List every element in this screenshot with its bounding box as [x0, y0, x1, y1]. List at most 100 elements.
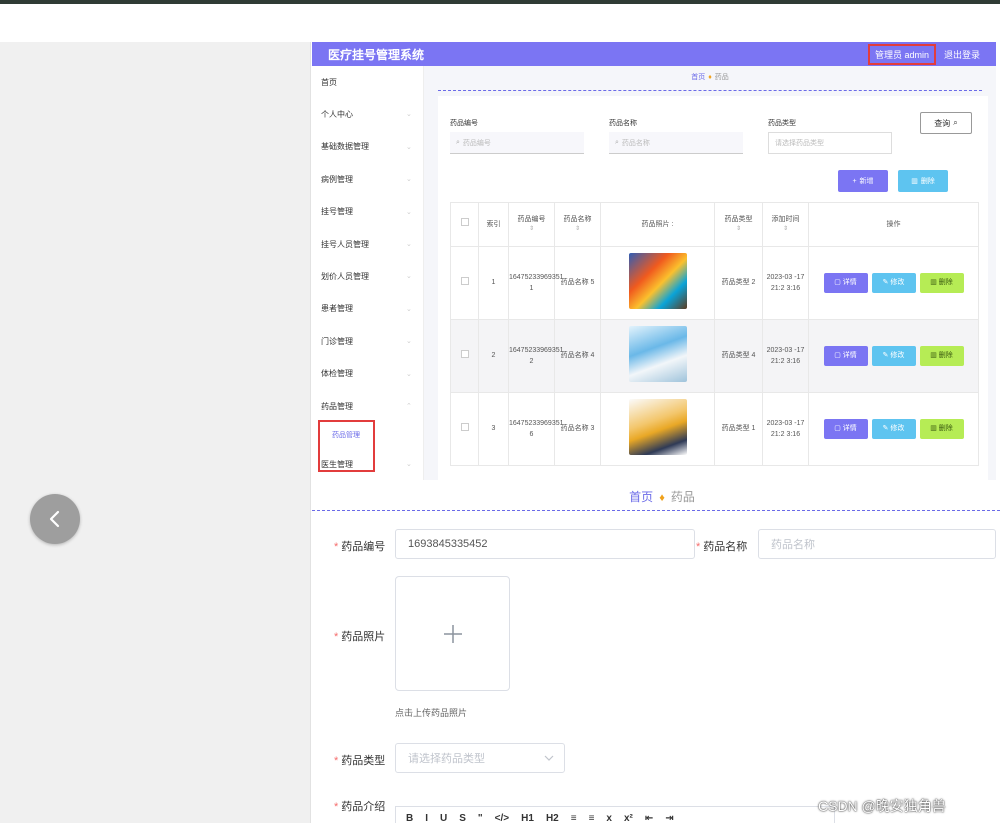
delete-button[interactable]: ▥ 删除 — [919, 419, 964, 439]
delete-button[interactable]: ▥ 删除 — [919, 273, 964, 293]
form-code-input[interactable]: 1693845335452 — [395, 529, 695, 559]
select-all-checkbox[interactable] — [450, 202, 479, 247]
sidebar-item-cases[interactable]: 病例管理 ⌄ — [312, 163, 423, 195]
superscript-tool[interactable]: x² — [624, 813, 633, 823]
photo-upload-box[interactable] — [395, 576, 510, 691]
main-content: 首页 ♦ 药品 药品编号 ⌕ 药品编号 药品名称 ⌕ 药品名称 药品类型 请选择药品类型… — [424, 66, 996, 480]
bulk-delete-button[interactable]: ▥ 删除 — [898, 170, 948, 192]
filter-name-input[interactable]: ⌕ 药品名称 — [609, 132, 743, 154]
filter-type-select[interactable]: 请选择药品类型 — [768, 132, 892, 154]
plus-icon: + — [852, 177, 857, 185]
drug-photo[interactable] — [628, 252, 687, 309]
chevron-down-icon: ⌄ — [406, 143, 412, 151]
table-header-row: 索引 药品编号 ⇕ 药品名称 ⇕ 药品照片 : 药品类型 ⇕ 添加时间 ⇕ 操作 — [450, 202, 979, 247]
edit-button[interactable]: ✎ 修改 — [871, 346, 916, 366]
form-breadcrumb-home[interactable]: 首页 — [629, 490, 653, 504]
bullet-list-tool[interactable]: ≡ — [589, 813, 595, 823]
table-row: 2 16475233969351 2 药品名称 4 药品类型 4 2023-03… — [450, 319, 979, 393]
form-intro-label: * 药品介绍 — [334, 801, 386, 813]
sidebar-item-home[interactable]: 首页 — [312, 66, 423, 98]
sidebar-item-base-data[interactable]: 基础数据管理 ⌄ — [312, 131, 423, 163]
col-code[interactable]: 药品编号 ⇕ — [508, 202, 555, 247]
upload-hint: 点击上传药品照片 — [395, 708, 468, 718]
rich-text-toolbar: B I U S " </> H1 H2 ≡ ≡ x x² ⇤ ⇥ — [395, 806, 835, 823]
form-type-label: * 药品类型 — [334, 755, 386, 767]
col-photo: 药品照片 : — [600, 202, 715, 247]
sidebar-item-drugs[interactable]: 药品管理 ⌃ — [312, 390, 423, 422]
drug-photo[interactable] — [628, 325, 687, 382]
logout-link[interactable]: 退出登录 — [944, 48, 980, 61]
code-tool[interactable]: </> — [495, 813, 509, 823]
cell-actions: ▢ 详情 ✎ 修改 ▥ 删除 — [808, 392, 979, 466]
sidebar-item-pricers[interactable]: 划价人员管理 ⌄ — [312, 260, 423, 292]
italic-tool[interactable]: I — [425, 813, 428, 823]
cell-photo — [600, 246, 715, 320]
breadcrumb: 首页 ♦ 药品 — [424, 72, 996, 82]
chevron-down-icon: ⌄ — [406, 370, 412, 378]
sidebar-item-checkup[interactable]: 体检管理 ⌄ — [312, 358, 423, 390]
h2-tool[interactable]: H2 — [546, 813, 559, 823]
sidebar-item-patients[interactable]: 患者管理 ⌄ — [312, 293, 423, 325]
detail-button[interactable]: ▢ 详情 — [823, 419, 868, 439]
outdent-tool[interactable]: ⇤ — [645, 813, 653, 823]
row-checkbox[interactable] — [450, 246, 479, 320]
form-code-label: * 药品编号 — [334, 541, 386, 553]
viewer-left-pane — [0, 42, 311, 823]
cell-actions: ▢ 详情 ✎ 修改 ▥ 删除 — [808, 246, 979, 320]
previous-image-button[interactable] — [30, 494, 80, 544]
form-name-input[interactable]: 药品名称 — [758, 529, 996, 559]
strike-tool[interactable]: S — [459, 813, 466, 823]
subscript-tool[interactable]: x — [606, 813, 612, 823]
filter-code-label: 药品编号 — [450, 120, 478, 127]
query-button[interactable]: 查询 ⌕ — [920, 112, 972, 134]
list-card: 药品编号 ⌕ 药品编号 药品名称 ⌕ 药品名称 药品类型 请选择药品类型 查询 ⌕ +… — [438, 96, 988, 480]
cell-photo — [600, 392, 715, 466]
form-type-select[interactable]: 请选择药品类型 — [395, 743, 565, 773]
trash-icon: ▥ — [911, 178, 918, 185]
cell-time: 2023-03 -17 21:2 3:16 — [762, 246, 809, 320]
row-checkbox[interactable] — [450, 392, 479, 466]
sort-icon: ⇕ — [782, 226, 789, 233]
breadcrumb-current: 药品 — [714, 74, 729, 81]
detail-button[interactable]: ▢ 详情 — [823, 346, 868, 366]
sort-icon: ⇕ — [574, 226, 581, 233]
cell-index: 1 — [478, 246, 509, 320]
quote-tool[interactable]: " — [478, 813, 483, 823]
filter-code-input[interactable]: ⌕ 药品编号 — [450, 132, 584, 154]
sidebar-item-registration[interactable]: 挂号管理 ⌄ — [312, 196, 423, 228]
admin-user-label[interactable]: 管理员 admin — [867, 43, 936, 65]
search-icon: ⌕ — [953, 118, 958, 127]
sort-icon: ⇕ — [735, 226, 742, 233]
delete-button[interactable]: ▥ 删除 — [919, 346, 964, 366]
h1-tool[interactable]: H1 — [521, 813, 534, 823]
col-name[interactable]: 药品名称 ⇕ — [554, 202, 601, 247]
col-type[interactable]: 药品类型 ⇕ — [714, 202, 763, 247]
sidebar-item-personal[interactable]: 个人中心 ⌄ — [312, 98, 423, 130]
search-icon: ⌕ — [615, 138, 619, 146]
chevron-down-icon: ⌄ — [406, 461, 412, 469]
cell-index: 3 — [478, 392, 509, 466]
cell-actions: ▢ 详情 ✎ 修改 ▥ 删除 — [808, 319, 979, 393]
breadcrumb-home[interactable]: 首页 — [691, 74, 705, 81]
ordered-list-tool[interactable]: ≡ — [571, 813, 577, 823]
app-header: 医疗挂号管理系统 管理员 admin 退出登录 — [312, 42, 996, 66]
indent-tool[interactable]: ⇥ — [665, 813, 673, 823]
add-button[interactable]: + 新增 — [838, 170, 888, 192]
chevron-down-icon: ⌄ — [406, 208, 412, 216]
col-time[interactable]: 添加时间 ⇕ — [762, 202, 809, 247]
cell-code: 16475233969351 1 — [508, 246, 564, 320]
form-breadcrumb: 首页 ♦ 药品 — [312, 488, 1000, 505]
drug-form-screenshot: 首页 ♦ 药品 * 药品编号 1693845335452 * 药品名称 药品名称 * 药品… — [312, 480, 1000, 823]
bold-tool[interactable]: B — [406, 813, 413, 823]
col-actions: 操作 — [808, 202, 979, 247]
sidebar-item-clinic[interactable]: 门诊管理 ⌄ — [312, 325, 423, 357]
drug-photo[interactable] — [628, 398, 687, 455]
sidebar-item-registrars[interactable]: 挂号人员管理 ⌄ — [312, 228, 423, 260]
edit-button[interactable]: ✎ 修改 — [871, 419, 916, 439]
row-checkbox[interactable] — [450, 319, 479, 393]
edit-button[interactable]: ✎ 修改 — [871, 273, 916, 293]
underline-tool[interactable]: U — [440, 813, 447, 823]
cell-code: 16475233969351 6 — [508, 392, 564, 466]
cell-index: 2 — [478, 319, 509, 393]
detail-button[interactable]: ▢ 详情 — [823, 273, 868, 293]
